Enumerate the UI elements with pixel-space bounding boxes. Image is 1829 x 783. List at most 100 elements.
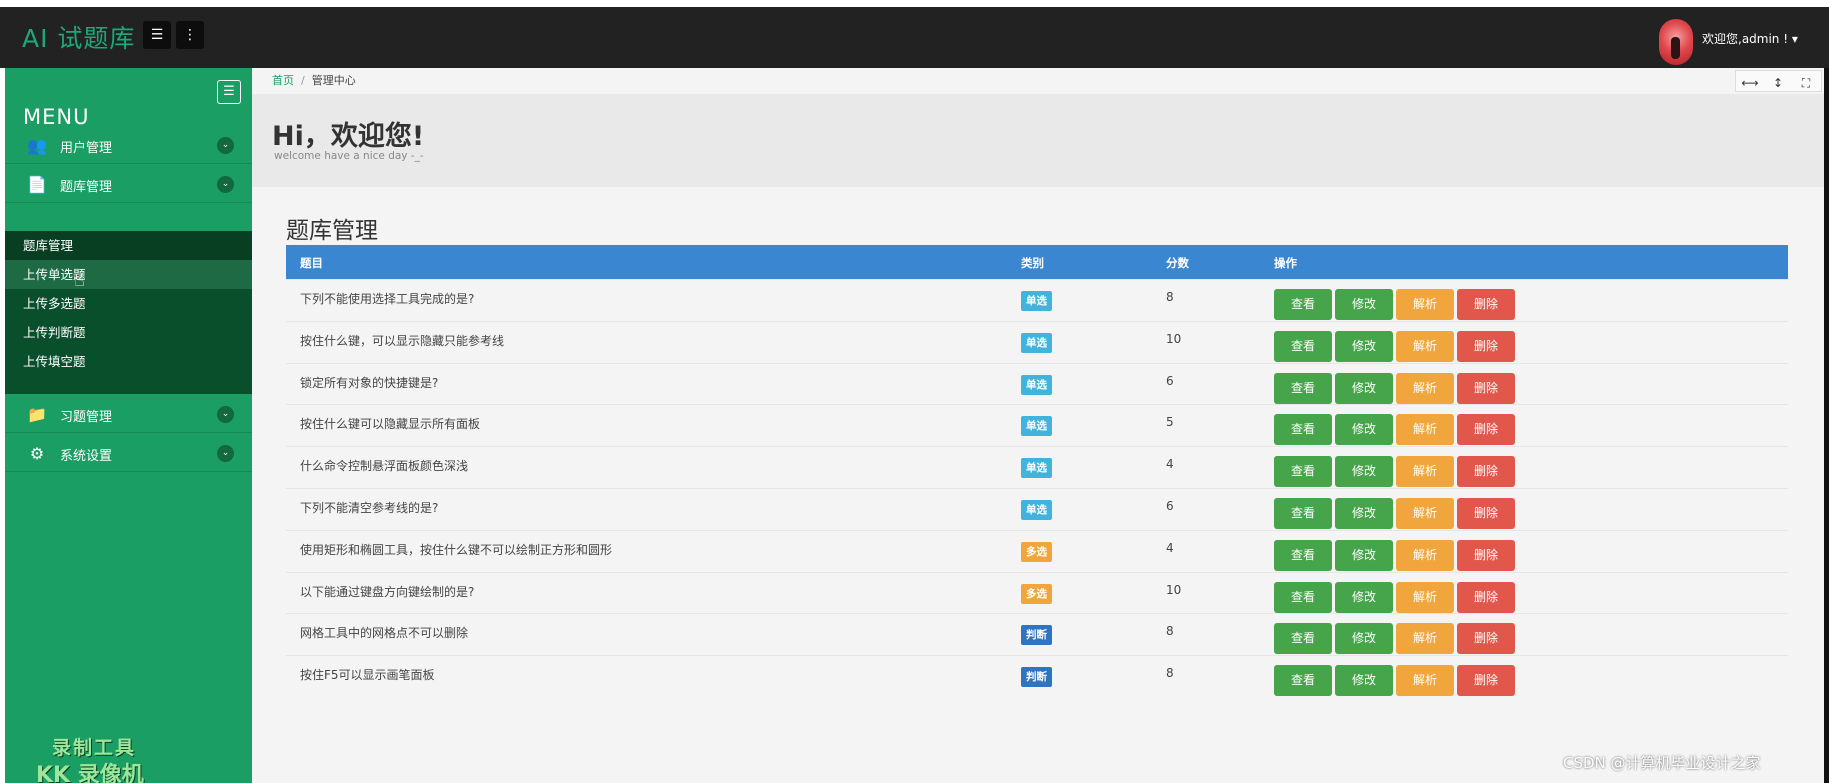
- sidebar-item-question-bank[interactable]: 📄 题库管理 ⌄: [5, 164, 252, 203]
- view-button[interactable]: 查看: [1274, 456, 1332, 488]
- pointer-cursor-icon: ☝: [74, 270, 85, 291]
- table-header: 题目 类别 分数 操作: [286, 245, 1788, 279]
- delete-button[interactable]: 删除: [1457, 330, 1515, 362]
- delete-button[interactable]: 删除: [1457, 581, 1515, 613]
- submenu-item-upload-single[interactable]: 上传单选题: [5, 260, 252, 289]
- window-edge: [1824, 68, 1829, 783]
- view-button[interactable]: 查看: [1274, 498, 1332, 529]
- edit-button[interactable]: 修改: [1335, 330, 1393, 362]
- score-value: 10: [1166, 582, 1182, 597]
- analyze-button[interactable]: 解析: [1396, 665, 1454, 697]
- type-badge: 判断: [1021, 625, 1052, 646]
- question-text: 使用矩形和椭圆工具，按住什么键不可以绘制正方形和圆形: [300, 542, 613, 557]
- submenu-item-question-bank[interactable]: 题库管理: [5, 231, 252, 260]
- score-value: 5: [1166, 415, 1174, 430]
- analyze-button[interactable]: 解析: [1396, 289, 1454, 320]
- type-badge: 单选: [1021, 416, 1052, 437]
- type-badge: 单选: [1021, 374, 1052, 395]
- view-button[interactable]: 查看: [1274, 414, 1332, 446]
- submenu-item-upload-multi[interactable]: 上传多选题: [5, 289, 252, 318]
- recorder-watermark: 录制工具: [52, 737, 137, 759]
- question-text: 网格工具中的网格点不可以删除: [300, 626, 469, 641]
- edit-button[interactable]: 修改: [1335, 623, 1393, 655]
- gears-icon: ⚙: [29, 444, 45, 463]
- edit-button[interactable]: 修改: [1335, 456, 1393, 488]
- score-value: 10: [1166, 331, 1182, 346]
- delete-button[interactable]: 删除: [1457, 539, 1515, 571]
- breadcrumb: 首页 / 管理中心 ⟷ ↕ ⛶: [252, 68, 1824, 94]
- sidebar-item-label: 题库管理: [60, 180, 113, 195]
- delete-button[interactable]: 删除: [1457, 372, 1515, 404]
- type-badge: 单选: [1021, 500, 1052, 520]
- csdn-watermark: CSDN @计算机毕业设计之家: [1563, 754, 1761, 772]
- question-text: 以下能通过键盘方向键绘制的是?: [300, 584, 475, 599]
- table-row: 按住F5可以显示画笔面板 判断 8 查看 修改 解析 删除: [286, 655, 1788, 704]
- analyze-button[interactable]: 解析: [1396, 498, 1454, 529]
- edit-button[interactable]: 修改: [1335, 372, 1393, 404]
- edit-button[interactable]: 修改: [1335, 665, 1393, 697]
- delete-button[interactable]: 删除: [1457, 456, 1515, 488]
- fullscreen-icon[interactable]: ⛶: [1792, 73, 1820, 93]
- question-text: 下列不能使用选择工具完成的是?: [300, 292, 475, 306]
- view-button[interactable]: 查看: [1274, 665, 1332, 697]
- analyze-button[interactable]: 解析: [1396, 581, 1454, 613]
- analyze-button[interactable]: 解析: [1396, 372, 1454, 404]
- sidebar-item-exercises[interactable]: 📁 习题管理 ⌄: [5, 394, 252, 433]
- analyze-button[interactable]: 解析: [1396, 414, 1454, 446]
- chevron-down-icon: ⌄: [217, 176, 234, 193]
- edit-button[interactable]: 修改: [1335, 498, 1393, 529]
- more-options-icon[interactable]: ⋮: [176, 21, 204, 49]
- view-button[interactable]: 查看: [1274, 372, 1332, 404]
- edit-button[interactable]: 修改: [1335, 414, 1393, 446]
- view-button[interactable]: 查看: [1274, 330, 1332, 362]
- section-title: 题库管理: [286, 218, 378, 244]
- delete-button[interactable]: 删除: [1457, 665, 1515, 697]
- delete-button[interactable]: 删除: [1457, 414, 1515, 446]
- analyze-button[interactable]: 解析: [1396, 456, 1454, 488]
- delete-button[interactable]: 删除: [1457, 289, 1515, 320]
- sidebar: ☰ MENU 👥 用户管理 ⌄ 📄 题库管理 ⌄ 题库管理 上传单选题 上传多选…: [5, 68, 252, 783]
- submenu-item-upload-fill[interactable]: 上传填空题: [5, 347, 252, 376]
- view-button[interactable]: 查看: [1274, 623, 1332, 655]
- user-avatar[interactable]: [1659, 19, 1693, 65]
- sidebar-item-label: 习题管理: [60, 410, 113, 425]
- edit-button[interactable]: 修改: [1335, 289, 1393, 320]
- expand-vertical-icon[interactable]: ↕: [1764, 73, 1792, 93]
- score-value: 4: [1166, 457, 1174, 472]
- submenu-item-upload-judge[interactable]: 上传判断题: [5, 318, 252, 347]
- folder-icon: 📁: [27, 405, 47, 424]
- column-header-score: 分数: [1166, 256, 1189, 270]
- sidebar-item-settings[interactable]: ⚙ 系统设置 ⌄: [5, 433, 252, 472]
- edit-button[interactable]: 修改: [1335, 581, 1393, 613]
- expand-horizontal-icon[interactable]: ⟷: [1736, 73, 1764, 93]
- brand-logo[interactable]: AI 试题库: [22, 19, 135, 55]
- type-badge: 单选: [1021, 458, 1052, 479]
- question-text: 锁定所有对象的快捷键是?: [300, 375, 439, 390]
- breadcrumb-home-link[interactable]: 首页: [272, 74, 294, 87]
- column-header-question: 题目: [300, 256, 323, 270]
- sidebar-item-label: 用户管理: [60, 141, 113, 156]
- chevron-down-icon: ⌄: [217, 137, 234, 154]
- analyze-button[interactable]: 解析: [1396, 539, 1454, 571]
- analyze-button[interactable]: 解析: [1396, 330, 1454, 362]
- type-badge: 单选: [1021, 332, 1052, 353]
- view-button[interactable]: 查看: [1274, 581, 1332, 613]
- sidebar-collapse-icon[interactable]: ☰: [217, 80, 241, 104]
- view-button[interactable]: 查看: [1274, 289, 1332, 320]
- view-button[interactable]: 查看: [1274, 539, 1332, 571]
- score-value: 6: [1166, 373, 1174, 388]
- analyze-button[interactable]: 解析: [1396, 623, 1454, 655]
- edit-button[interactable]: 修改: [1335, 539, 1393, 571]
- score-value: 6: [1166, 499, 1174, 513]
- question-bank-submenu: 题库管理 上传单选题 上传多选题 上传判断题 上传填空题: [5, 231, 252, 394]
- chevron-down-icon: ⌄: [217, 445, 234, 462]
- sidebar-item-users[interactable]: 👥 用户管理 ⌄: [5, 125, 252, 164]
- column-header-actions: 操作: [1274, 256, 1297, 270]
- delete-button[interactable]: 删除: [1457, 498, 1515, 529]
- question-text: 按住什么键，可以显示隐藏只能参考线: [300, 333, 505, 348]
- user-dropdown[interactable]: 欢迎您,admin ! ▾: [1702, 30, 1798, 47]
- hamburger-menu-icon[interactable]: ☰: [143, 21, 171, 49]
- score-value: 8: [1166, 666, 1174, 681]
- delete-button[interactable]: 删除: [1457, 623, 1515, 655]
- question-text: 下列不能清空参考线的是?: [300, 501, 439, 515]
